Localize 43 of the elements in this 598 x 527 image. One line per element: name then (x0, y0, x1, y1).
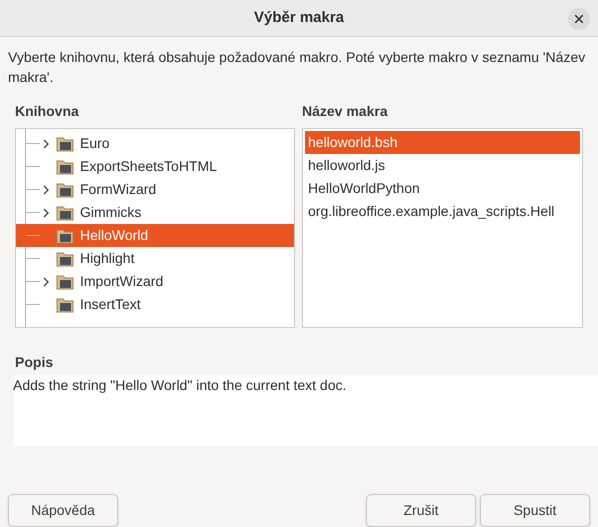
folder-icon (56, 250, 74, 266)
library-name: InsertText (80, 295, 141, 314)
macro-item[interactable]: HelloWorldPython (305, 177, 580, 200)
description-label: Popis (15, 353, 54, 372)
library-name: Euro (80, 134, 110, 153)
macro-item[interactable]: helloworld.js (305, 154, 580, 177)
folder-icon (56, 204, 74, 220)
library-name: Gimmicks (80, 203, 142, 222)
tree-item[interactable]: ImportWizard (16, 270, 294, 293)
folder-icon (56, 274, 74, 290)
macro-item[interactable]: org.libreoffice.example.java_scripts.Hell (305, 200, 580, 223)
run-button[interactable]: Spustit (480, 494, 590, 527)
tree-item[interactable]: HelloWorld (16, 224, 294, 247)
macro-name-label: Název makra (302, 102, 389, 121)
library-name: FormWizard (80, 180, 156, 199)
close-button[interactable] (568, 8, 590, 30)
help-button[interactable]: Nápověda (8, 494, 118, 527)
library-label: Knihovna (15, 102, 80, 121)
tree-item[interactable]: FormWizard (16, 178, 294, 201)
chevron-icon[interactable] (43, 138, 50, 148)
instruction-text: Vyberte knihovnu, která obsahuje požadované makro. Poté vyberte makro v seznamu 'Název makra'. (8, 48, 586, 87)
folder-icon (56, 228, 74, 244)
tree-item[interactable]: Highlight (16, 247, 294, 270)
window-title: Výběr makra (254, 8, 344, 28)
library-name: ExportSheetsToHTML (80, 157, 217, 176)
folder-icon (56, 136, 74, 152)
chevron-icon[interactable] (43, 276, 50, 286)
library-name: HelloWorld (80, 226, 148, 245)
folder-icon (56, 296, 74, 312)
tree-item[interactable]: ExportSheetsToHTML (16, 155, 294, 178)
folder-icon (56, 182, 74, 198)
library-name: ImportWizard (80, 272, 164, 291)
library-name: Highlight (80, 249, 134, 268)
chevron-icon[interactable] (43, 184, 50, 194)
cancel-button[interactable]: Zrušit (366, 494, 476, 527)
tree-item[interactable]: Gimmicks (16, 201, 294, 224)
close-icon (575, 15, 583, 23)
description-text: Adds the string "Hello World" into the current text doc. (13, 376, 348, 395)
macro-item[interactable]: helloworld.bsh (305, 131, 580, 154)
folder-icon (56, 158, 74, 174)
tree-item[interactable]: Euro (16, 132, 294, 155)
chevron-icon[interactable] (43, 208, 50, 218)
tree-item[interactable]: InsertText (16, 293, 294, 316)
